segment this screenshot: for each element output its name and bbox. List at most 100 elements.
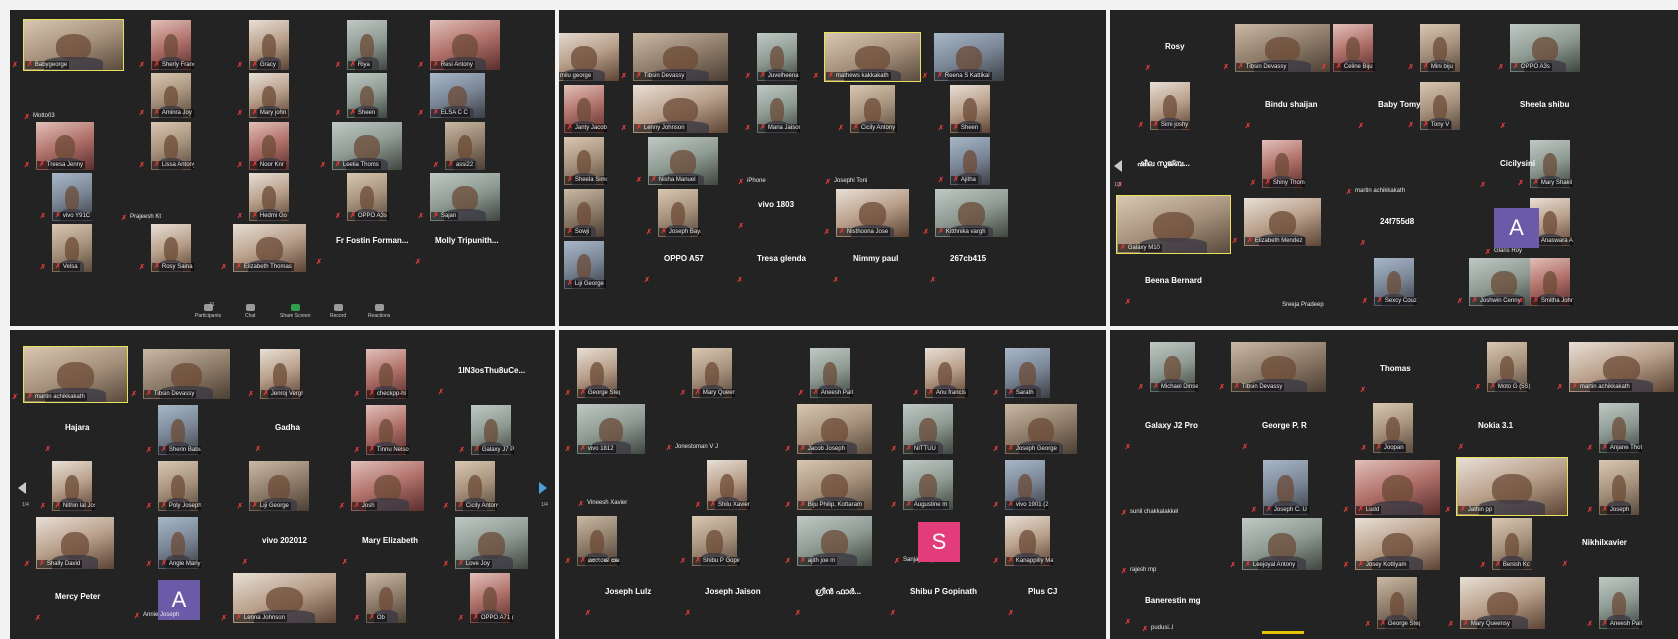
participant-video-tile[interactable]: ✗ Lenna Johnson (233, 573, 336, 623)
participant-name-only[interactable]: Thomas (1380, 364, 1411, 373)
participant-video-tile[interactable]: ✗ Reena S Kattikal (934, 33, 1004, 81)
participant-name-only[interactable]: 1IN3osThu8uCe... (458, 366, 525, 375)
participant-video-tile[interactable]: ✗ Liji George (249, 461, 309, 511)
toolbar-share-screen-button[interactable]: Share Screen (280, 304, 311, 319)
participant-video-tile[interactable]: ✗ Tibsin Devassy (1235, 24, 1330, 72)
participant-video-tile[interactable]: ✗ Resi Antony (430, 20, 500, 70)
participant-video-tile[interactable]: ✗ Anu francis (925, 348, 968, 398)
participant-name-only[interactable]: ഷീല സുജ്ബ... (1137, 159, 1190, 169)
participant-video-tile[interactable]: ✗ Mini biju (1420, 24, 1460, 72)
participant-video-tile[interactable]: ✗ Michael Dinsey (1150, 342, 1199, 392)
participant-video-tile[interactable]: ✗ Josh (351, 461, 424, 511)
participant-video-tile[interactable]: ✗ Gracy (249, 20, 289, 70)
participant-name-only[interactable]: Nikhilxavier (1582, 538, 1627, 547)
participant-video-tile[interactable]: ✗ Juvelheena (757, 33, 801, 81)
participant-name-only[interactable]: Nokia 3.1 (1478, 421, 1513, 430)
participant-video-tile[interactable]: ✗ Joopan (1373, 403, 1413, 453)
participant-video-tile[interactable]: ✗ Shally David (36, 517, 114, 569)
toolbar-reactions-button[interactable]: Reactions (368, 304, 390, 319)
participant-video-tile[interactable]: ✗ Biju Philip, Kottaram (797, 460, 872, 510)
participant-video-tile[interactable]: ✗Mary Queensy (692, 348, 736, 398)
participant-name-only[interactable]: Baby Tomy (1378, 100, 1421, 109)
participant-video-tile[interactable]: ✗ Tibsin Devassy (143, 349, 230, 399)
participant-video-tile[interactable]: ✗ Nisha Manuel (648, 137, 718, 185)
participant-name-only[interactable]: Plus CJ (1028, 587, 1057, 596)
participant-video-tile[interactable]: ✗ Cicily Antony (850, 85, 898, 133)
participant-video-tile[interactable]: ✗ Mary john (249, 73, 289, 118)
participant-name-only[interactable]: Bindu shaijan (1265, 100, 1317, 109)
participant-video-tile[interactable]: ✗Jenroj Verghese (260, 349, 304, 399)
participant-video-tile[interactable]: ✗ Love Joy (455, 517, 528, 569)
participant-video-tile[interactable]: ✗ Ob (366, 573, 406, 623)
participant-video-tile[interactable]: ✗ Jacob Joseph (797, 404, 872, 454)
participant-video-tile[interactable]: ✗ Elizabeth Mendez (1244, 198, 1321, 246)
participant-video-tile[interactable]: ✗ Tony V (1420, 82, 1460, 130)
participant-video-tile[interactable]: ✗OPPO A71 (2018) (470, 573, 514, 623)
participant-video-tile[interactable]: ✗ Simi joshy (1150, 82, 1191, 130)
toolbar-record-button[interactable]: Record (330, 304, 346, 319)
participant-video-tile[interactable]: ✗ Poly Joseph (158, 461, 202, 511)
participant-name-only[interactable]: Joseph Jaison (705, 587, 761, 596)
participant-name-only[interactable]: Cicilysini (1500, 159, 1535, 168)
participant-video-tile[interactable]: ✗ Hedmi Go (249, 173, 289, 221)
participant-name-only[interactable]: Banerestin mg (1145, 596, 1201, 605)
participant-video-tile[interactable]: ✗ Joshwin Cenny (1469, 258, 1539, 306)
participant-video-tile[interactable]: ✗Aneesh Palloora (810, 348, 854, 398)
participant-name-only[interactable]: Beena Bernard (1145, 276, 1202, 285)
participant-name-only[interactable]: Fr Fostin Forman... (336, 236, 408, 245)
participant-name-only[interactable]: Gadha (275, 423, 300, 432)
participant-video-tile[interactable]: ✗ Augustine m (903, 460, 953, 510)
participant-video-tile[interactable]: ✗ Treesa Jenny (36, 122, 94, 170)
participant-video-tile[interactable]: ✗ assi22 (445, 122, 485, 170)
toolbar-chat-button[interactable]: Chat (245, 304, 256, 319)
participant-video-tile[interactable]: ✗ Kitthnika vargh (935, 189, 1008, 237)
participant-video-tile[interactable]: ✗Mary Queensy (1460, 577, 1545, 629)
chevron-right-icon[interactable] (539, 482, 547, 494)
participant-name-only[interactable]: 267cb415 (950, 254, 986, 263)
participant-video-tile[interactable]: ✗Shiny Thomas (1262, 140, 1306, 188)
participant-video-tile[interactable]: ✗ Sexcy Couza (1374, 258, 1418, 306)
participant-name-only[interactable]: Sheela shibu (1520, 100, 1569, 109)
participant-name-only[interactable]: Galaxy J2 Pro (1145, 421, 1198, 430)
participant-video-tile[interactable]: ✗ Mary Shakil (1530, 140, 1574, 188)
chevron-left-icon[interactable] (1114, 160, 1122, 172)
participant-video-tile[interactable]: ✗ Sarath (1005, 348, 1050, 398)
toolbar-participants-button[interactable]: Participants 31 (195, 302, 221, 319)
avatar[interactable]: A (1494, 208, 1539, 248)
participant-name-only[interactable]: ഗ്രീൻ ഫാർ... (815, 587, 861, 597)
participant-video-tile[interactable]: ✗ vivo 1812 (577, 404, 645, 454)
participant-video-tile[interactable]: ✗ Jathin pp (1456, 457, 1568, 516)
participant-video-tile[interactable]: ✗Nithin lal Joseph (52, 461, 96, 511)
participant-name-only[interactable]: Molly Tripunith... (435, 236, 499, 245)
participant-video-tile[interactable]: ✗ Josey Kottiyam (1355, 518, 1440, 570)
participant-video-tile[interactable]: ✗Shibu P Gopinathan (692, 516, 741, 566)
participant-video-tile[interactable]: ✗ vivo Y91C (52, 173, 93, 221)
participant-video-tile[interactable]: ✗ Benish Kc (1492, 518, 1532, 570)
participant-name-only[interactable]: Mercy Peter (55, 592, 100, 601)
participant-video-tile[interactable]: ✗ Galaxy M10 (1116, 195, 1231, 254)
participant-video-tile[interactable]: ✗ Leelia Thoms (332, 122, 402, 170)
participant-name-only[interactable]: 24f755d8 (1380, 217, 1414, 226)
participant-video-tile[interactable]: ✗Anjane Thottakath (1599, 403, 1643, 453)
participant-video-tile[interactable]: ✗George Stephen (1377, 577, 1421, 629)
participant-video-tile[interactable]: ✗ Elizabeth Thomas (233, 224, 306, 272)
participant-video-tile[interactable]: ✗ OPPO A3s (1510, 24, 1580, 72)
participant-video-tile[interactable]: ✗ Joseph (1599, 460, 1639, 515)
participant-name-only[interactable]: Nimmy paul (853, 254, 898, 263)
participant-video-tile[interactable]: ✗Moto G (5S) Plus (1487, 342, 1531, 392)
participant-video-tile[interactable]: ✗Joseph Bayaniyil (658, 189, 702, 237)
participant-video-tile[interactable]: ✗Kanappilly Manuel (1005, 516, 1054, 566)
participant-video-tile[interactable]: ✗ Liji George (564, 241, 606, 289)
participant-video-tile[interactable]: ✗ Sheen (950, 85, 990, 133)
participant-name-only[interactable]: Shibu P Gopinath (910, 587, 977, 596)
participant-video-tile[interactable]: ✗ martin achikkakath (23, 346, 128, 403)
participant-video-tile[interactable]: ✗Smitha Johnson (1530, 258, 1574, 306)
participant-video-tile[interactable]: ✗ Sajan (430, 173, 500, 221)
participant-video-tile[interactable]: ✗Galaxy J7 Prime (471, 405, 515, 455)
avatar[interactable]: S (918, 522, 960, 562)
participant-name-only[interactable]: Tresa glenda (757, 254, 806, 263)
participant-video-tile[interactable]: ✗ Lenny Johnson (633, 85, 728, 133)
participant-name-only[interactable]: vivo 1803 (758, 200, 794, 209)
participant-video-tile[interactable]: ✗ Sowji (564, 189, 604, 237)
participant-video-tile[interactable]: ✗ Maria Jaison (757, 85, 801, 133)
